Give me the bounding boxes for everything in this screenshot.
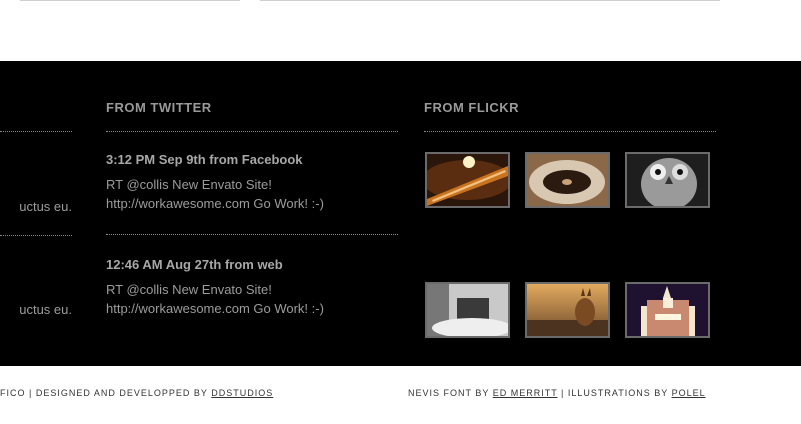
twitter-heading: FROM TWITTER [106, 100, 212, 115]
polel-link[interactable]: POLEL [672, 388, 706, 398]
ddstudios-link[interactable]: DDSTUDIOS [211, 388, 273, 398]
tweet-link[interactable]: http://workawesome.com Go Work! :-) [106, 299, 324, 318]
tweet-line: RT @collis New Envato Site! [106, 177, 272, 192]
tweet-time[interactable]: 3:12 PM Sep 9th from Facebook [106, 152, 303, 167]
divider [424, 131, 716, 132]
footer-credits-right: NEVIS FONT BY ED MERRITT | ILLUSTRATIONS… [408, 388, 706, 398]
snippet-text: uctus eu. [19, 199, 72, 214]
divider [0, 131, 72, 132]
snippet-text: uctus eu. [19, 302, 72, 317]
flickr-heading: FROM FLICKR [424, 100, 520, 115]
footer-credits-text: FICO | DESIGNED AND DEVELOPPED BY [0, 388, 212, 398]
tweet-line: RT @collis New Envato Site! [106, 282, 272, 297]
top-divider-right [260, 0, 720, 1]
tweet-link[interactable]: http://workawesome.com Go Work! :-) [106, 194, 324, 213]
divider [106, 131, 398, 132]
tweet-time[interactable]: 12:46 AM Aug 27th from web [106, 257, 283, 272]
left-column: uctus eu. uctus eu. [0, 61, 72, 366]
guitar-photo[interactable] [425, 152, 510, 208]
divider [106, 234, 398, 235]
ed-merritt-link[interactable]: ED MERRITT [493, 388, 558, 398]
divider [0, 235, 72, 236]
top-divider-left [20, 0, 240, 1]
footer-credits-text: | ILLUSTRATIONS BY [557, 388, 672, 398]
footer-widgets-area: uctus eu. uctus eu. FROM TWITTER 3:12 PM… [0, 61, 801, 366]
footer-credits-text: NEVIS FONT BY [408, 388, 493, 398]
vinyl-record-photo[interactable] [525, 152, 610, 208]
footer-credits-left: FICO | DESIGNED AND DEVELOPPED BY DDSTUD… [0, 388, 273, 398]
boat-in-fog-photo[interactable] [425, 282, 510, 338]
church-at-night-photo[interactable] [625, 282, 710, 338]
deer-photo[interactable] [525, 282, 610, 338]
owl-photo[interactable] [625, 152, 710, 208]
